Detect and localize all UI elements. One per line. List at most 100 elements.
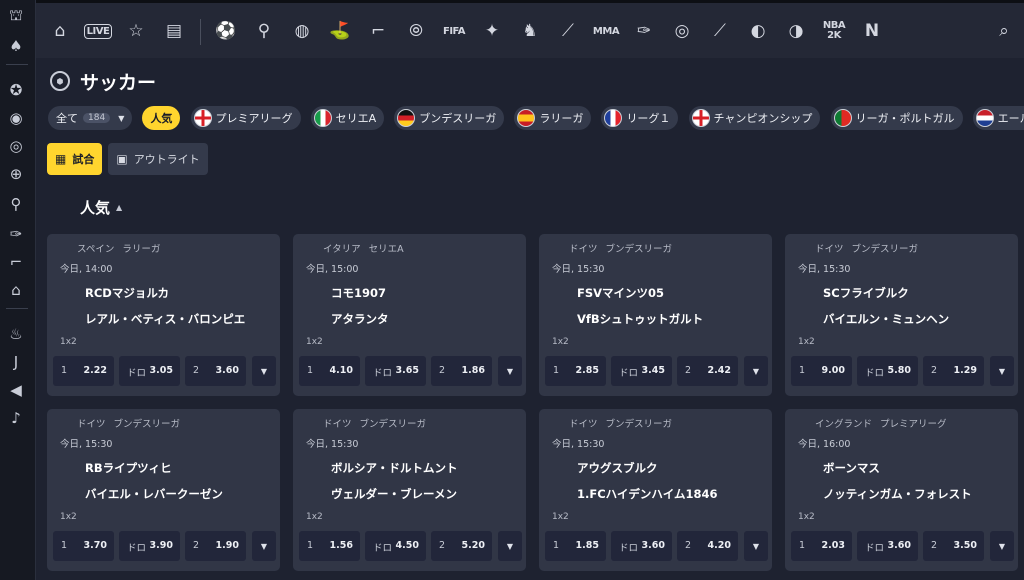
darts-icon[interactable]: ◎ bbox=[668, 17, 696, 45]
match-card[interactable]: ドイツ ブンデスリーガ 今日, 15:30 RBライプツィヒ バイエル・レバークーゼン 1… bbox=[47, 409, 280, 571]
more-markets-button[interactable]: ▼ bbox=[744, 531, 768, 561]
home-icon[interactable]: ⌂ bbox=[46, 17, 74, 45]
esports-shooter-icon[interactable]: ✦ bbox=[478, 17, 506, 45]
odds-draw-button[interactable]: ドロ 3.60 bbox=[611, 531, 672, 561]
badminton-icon[interactable]: ✑ bbox=[630, 17, 658, 45]
soccer-icon[interactable]: ⚽ bbox=[212, 17, 240, 45]
away-team[interactable]: 1.FCハイデンハイム1846 bbox=[577, 486, 717, 502]
more-markets-button[interactable]: ▼ bbox=[744, 356, 768, 386]
hockey-icon[interactable]: ⌐ bbox=[4, 250, 28, 274]
megaphone-icon[interactable]: ◀ bbox=[4, 378, 28, 402]
odds-home-button[interactable]: 1 1.56 bbox=[299, 531, 360, 561]
home-team[interactable]: アウグスブルク bbox=[577, 460, 658, 476]
away-team[interactable]: レアル・ベティス・バロンピエ bbox=[85, 311, 245, 327]
handball-icon[interactable]: ◑ bbox=[782, 17, 810, 45]
filter-league-chip[interactable]: リーグ１ bbox=[601, 106, 679, 130]
target-icon[interactable]: ◎ bbox=[4, 134, 28, 158]
tennis-icon[interactable]: ⚲ bbox=[250, 17, 278, 45]
tab-outright[interactable]: ▣ アウトライト bbox=[108, 143, 208, 175]
fifa-icon[interactable]: FIFA bbox=[440, 17, 468, 45]
volleyball-icon[interactable]: ◐ bbox=[744, 17, 772, 45]
odds-draw-button[interactable]: ドロ 3.45 bbox=[611, 356, 672, 386]
filter-league-chip[interactable]: プレミアリーグ bbox=[190, 106, 301, 130]
live-broadcast-icon[interactable]: ◉ bbox=[4, 106, 28, 130]
odds-draw-button[interactable]: ドロ 5.80 bbox=[857, 356, 918, 386]
odds-draw-button[interactable]: ドロ 3.60 bbox=[857, 531, 918, 561]
odds-away-button[interactable]: 2 4.20 bbox=[677, 531, 738, 561]
home-team[interactable]: RCDマジョルカ bbox=[85, 285, 169, 301]
odds-draw-button[interactable]: ドロ 3.65 bbox=[365, 356, 426, 386]
fire-icon[interactable]: ♨ bbox=[4, 322, 28, 346]
filter-league-chip[interactable]: ブンデスリーガ bbox=[394, 106, 505, 130]
golf-icon[interactable]: ⛳ bbox=[326, 17, 354, 45]
badminton-icon[interactable]: ✑ bbox=[4, 222, 28, 246]
match-card[interactable]: イングランド プレミアリーグ 今日, 16:00 ボーンマス ノッティンガム・フォレスト… bbox=[785, 409, 1018, 571]
cricket-icon[interactable]: ⟋ bbox=[554, 17, 582, 45]
filter-popular-chip[interactable]: 人気 bbox=[142, 106, 181, 130]
odds-away-button[interactable]: 2 1.90 bbox=[185, 531, 246, 561]
away-team[interactable]: バイエルン・ミュンヘン bbox=[823, 311, 949, 327]
more-markets-button[interactable]: ▼ bbox=[252, 356, 276, 386]
home-team[interactable]: コモ1907 bbox=[331, 285, 386, 301]
baseball-bat-icon[interactable]: ⟋ bbox=[706, 17, 734, 45]
juventus-icon[interactable]: J bbox=[4, 350, 28, 374]
away-team[interactable]: ヴェルダー・ブレーメン bbox=[331, 486, 457, 502]
more-markets-button[interactable]: ▼ bbox=[990, 356, 1014, 386]
filter-league-chip[interactable]: エール bbox=[972, 106, 1024, 130]
odds-draw-button[interactable]: ドロ 3.05 bbox=[119, 356, 180, 386]
betslip-icon[interactable]: ▤ bbox=[160, 17, 188, 45]
tennis-icon[interactable]: ⚲ bbox=[4, 192, 28, 216]
basketball-icon[interactable]: ◍ bbox=[288, 17, 316, 45]
odds-away-button[interactable]: 2 1.29 bbox=[923, 356, 984, 386]
odds-home-button[interactable]: 1 4.10 bbox=[299, 356, 360, 386]
home-team[interactable]: RBライプツィヒ bbox=[85, 460, 172, 476]
filter-league-chip[interactable]: チャンピオンシップ bbox=[688, 106, 821, 130]
match-card[interactable]: ドイツ ブンデスリーガ 今日, 15:30 FSVマインツ05 VfBシュトゥットガルト… bbox=[539, 234, 772, 396]
stadium-icon[interactable]: ⌂ bbox=[4, 278, 28, 302]
odds-draw-button[interactable]: ドロ 4.50 bbox=[365, 531, 426, 561]
odds-draw-button[interactable]: ドロ 3.90 bbox=[119, 531, 180, 561]
odds-away-button[interactable]: 2 5.20 bbox=[431, 531, 492, 561]
odds-home-button[interactable]: 1 1.85 bbox=[545, 531, 606, 561]
home-team[interactable]: FSVマインツ05 bbox=[577, 285, 664, 301]
home-team[interactable]: SCフライブルク bbox=[823, 285, 909, 301]
live-icon[interactable]: LIVE bbox=[83, 17, 113, 45]
mma-icon[interactable]: MMA bbox=[592, 17, 620, 45]
basketball-icon[interactable]: ⊕ bbox=[4, 162, 28, 186]
more-markets-button[interactable]: ▼ bbox=[498, 531, 522, 561]
filter-league-chip[interactable]: リーガ・ポルトガル bbox=[830, 106, 963, 130]
whistle-icon[interactable]: ♪ bbox=[4, 406, 28, 430]
odds-home-button[interactable]: 1 2.85 bbox=[545, 356, 606, 386]
cards-icon[interactable]: ♠ bbox=[4, 34, 28, 58]
match-card[interactable]: スペイン ラリーガ 今日, 14:00 RCDマジョルカ レアル・ベティス・バロンピエ 1… bbox=[47, 234, 280, 396]
search-icon[interactable]: ⌕ bbox=[990, 17, 1018, 45]
favorites-star-icon[interactable]: ☆ bbox=[122, 17, 150, 45]
more-markets-button[interactable]: ▼ bbox=[252, 531, 276, 561]
match-card[interactable]: ドイツ ブンデスリーガ 今日, 15:30 SCフライブルク バイエルン・ミュンヘン 1x… bbox=[785, 234, 1018, 396]
away-team[interactable]: アタランタ bbox=[331, 311, 389, 327]
away-team[interactable]: VfBシュトゥットガルト bbox=[577, 311, 703, 327]
home-team[interactable]: ボーンマス bbox=[823, 460, 880, 476]
odds-home-button[interactable]: 1 3.70 bbox=[53, 531, 114, 561]
odds-home-button[interactable]: 1 2.22 bbox=[53, 356, 114, 386]
odds-away-button[interactable]: 2 3.60 bbox=[185, 356, 246, 386]
match-card[interactable]: ドイツ ブンデスリーガ 今日, 15:30 アウグスブルク 1.FCハイデンハイム184… bbox=[539, 409, 772, 571]
match-card[interactable]: イタリア セリエA 今日, 15:00 コモ1907 アタランタ 1x2 1 4.10 ドロ 3.… bbox=[293, 234, 526, 396]
odds-away-button[interactable]: 2 3.50 bbox=[923, 531, 984, 561]
filter-league-chip[interactable]: ラリーガ bbox=[514, 106, 592, 130]
section-header[interactable]: 人気 ▲ bbox=[80, 197, 122, 218]
star-circle-icon[interactable]: ✪ bbox=[4, 78, 28, 102]
odds-away-button[interactable]: 2 2.42 bbox=[677, 356, 738, 386]
away-team[interactable]: バイエル・レバークーゼン bbox=[85, 486, 223, 502]
odds-home-button[interactable]: 1 2.03 bbox=[791, 531, 852, 561]
filter-all-dropdown[interactable]: 全て 184 ▼ bbox=[48, 106, 133, 130]
table-tennis-icon[interactable]: ⦾ bbox=[402, 17, 430, 45]
esports-logo-icon[interactable]: N bbox=[858, 17, 886, 45]
away-team[interactable]: ノッティンガム・フォレスト bbox=[823, 486, 972, 502]
casino-icon[interactable]: ⛫ bbox=[4, 4, 28, 28]
odds-home-button[interactable]: 1 9.00 bbox=[791, 356, 852, 386]
filter-league-chip[interactable]: セリエA bbox=[310, 106, 385, 130]
tab-matches[interactable]: ▦ 試合 bbox=[47, 143, 103, 175]
more-markets-button[interactable]: ▼ bbox=[498, 356, 522, 386]
odds-away-button[interactable]: 2 1.86 bbox=[431, 356, 492, 386]
